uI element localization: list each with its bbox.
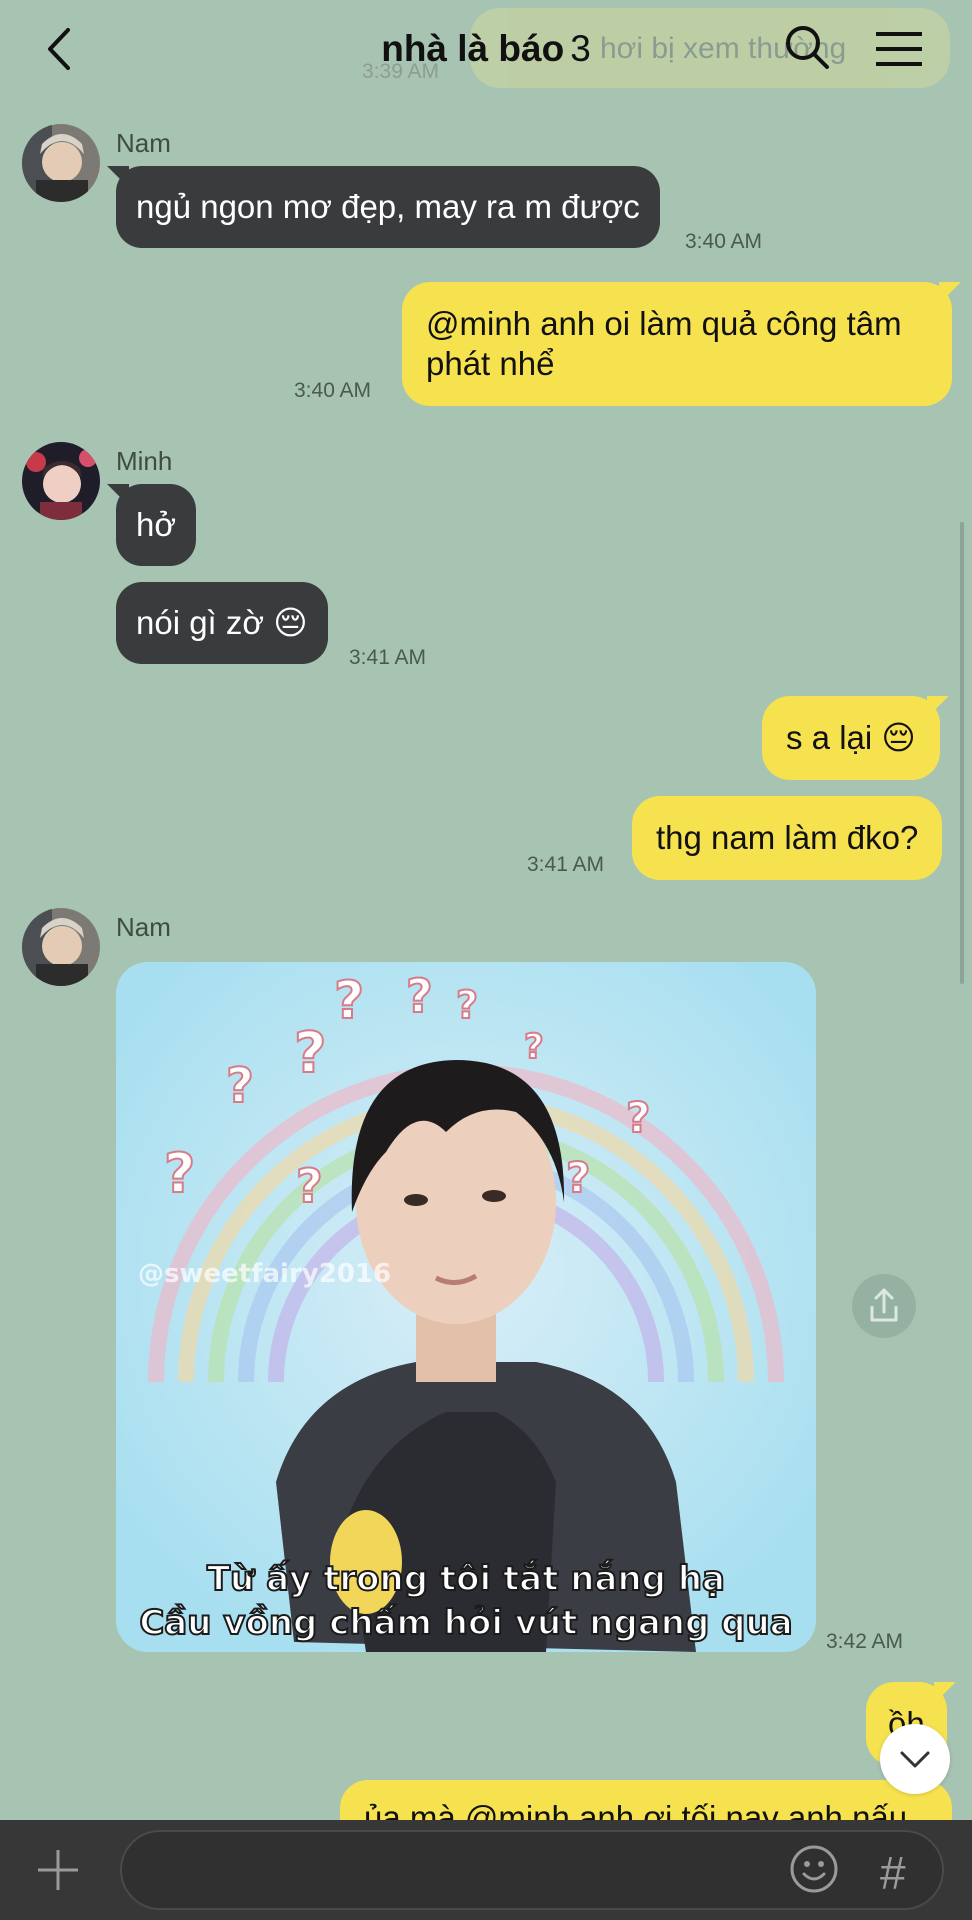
incoming-message[interactable]: hở — [116, 484, 196, 566]
message-text: thg nam làm đko? — [656, 819, 919, 856]
avatar-nam[interactable] — [22, 908, 100, 986]
image-watermark: @sweetfairy2016 — [138, 1259, 391, 1289]
sender-name: Nam — [116, 128, 171, 158]
svg-text:?: ? — [164, 1142, 195, 1205]
svg-text:?: ? — [626, 1093, 650, 1142]
sender-name: Nam — [116, 912, 171, 942]
plus-icon[interactable] — [36, 1848, 80, 1892]
message-text: ủa mà @minh anh ơi tối nay anh nấu — [364, 1799, 908, 1820]
sender-name: Minh — [116, 446, 173, 476]
scrollbar-thumb[interactable] — [960, 522, 964, 984]
message-text: ngủ ngon mơ đẹp, may ra m được — [136, 188, 640, 225]
meme-image: ? ? ? ? ? ? ? ? ? ? @sweetfairy2016 Từ ấ… — [116, 962, 816, 1652]
avatar-minh[interactable] — [22, 442, 100, 520]
svg-text:?: ? — [566, 1153, 590, 1202]
chevron-down-icon[interactable] — [880, 1724, 950, 1794]
message-text: nói gì zờ 😔 — [136, 604, 308, 641]
emoji-icon[interactable] — [788, 1843, 840, 1895]
chat-name: nhà là báo — [381, 28, 565, 69]
image-caption-line: Cầu vồng chấm hỏi vút ngang qua — [139, 1603, 792, 1643]
svg-text:?: ? — [226, 1058, 254, 1114]
outgoing-message[interactable]: thg nam làm đko? — [632, 796, 943, 880]
message-time: 3:41 AM — [349, 646, 427, 669]
message-time: 3:40 AM — [294, 379, 372, 402]
message-time: 3:41 AM — [527, 853, 605, 876]
svg-text:?: ? — [456, 983, 478, 1027]
avatar-nam[interactable] — [22, 124, 100, 202]
outgoing-message[interactable]: @minh anh oi làm quả công tâm phát nhể — [402, 282, 952, 406]
hashtag-icon[interactable]: # — [880, 1846, 906, 1900]
message-text: hở — [136, 506, 176, 543]
svg-text:?: ? — [406, 969, 433, 1023]
message-text: s a lại 😔 — [786, 719, 916, 756]
message-time: 3:42 AM — [826, 1630, 904, 1653]
message-time: 3:40 AM — [685, 230, 763, 253]
outgoing-message[interactable]: ủa mà @minh anh ơi tối nay anh nấu — [340, 1780, 952, 1820]
svg-text:?: ? — [334, 971, 364, 1031]
search-icon[interactable] — [782, 22, 832, 72]
svg-text:?: ? — [294, 1021, 326, 1086]
image-caption-line: Từ ấy trong tôi tắt nắng hạ — [207, 1559, 725, 1599]
image-message[interactable]: ? ? ? ? ? ? ? ? ? ? @sweetfairy2016 Từ ấ… — [116, 962, 816, 1652]
svg-text:?: ? — [296, 1159, 323, 1213]
message-text-line: @minh anh oi làm quả công tâm — [426, 305, 902, 342]
outgoing-message[interactable]: s a lại 😔 — [762, 696, 940, 780]
member-count: 3 — [570, 28, 591, 69]
incoming-message[interactable]: ngủ ngon mơ đẹp, may ra m được — [116, 166, 660, 248]
share-icon[interactable] — [852, 1274, 916, 1338]
chat-header: nhà là báo 3 — [0, 0, 972, 100]
svg-text:?: ? — [524, 1027, 544, 1067]
incoming-message[interactable]: nói gì zờ 😔 — [116, 582, 328, 664]
message-text-line: phát nhể — [426, 345, 555, 382]
hamburger-icon[interactable] — [872, 24, 926, 74]
